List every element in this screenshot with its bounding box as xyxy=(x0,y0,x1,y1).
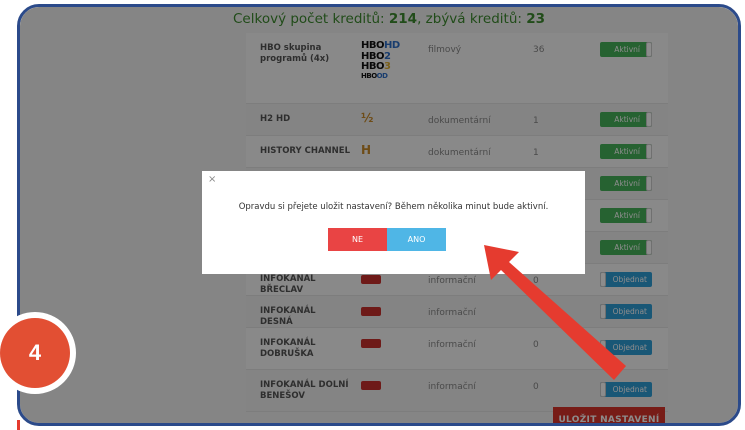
red-marker xyxy=(17,420,20,430)
pointer-arrow-icon xyxy=(484,245,626,380)
step-number: 4 xyxy=(0,318,70,388)
